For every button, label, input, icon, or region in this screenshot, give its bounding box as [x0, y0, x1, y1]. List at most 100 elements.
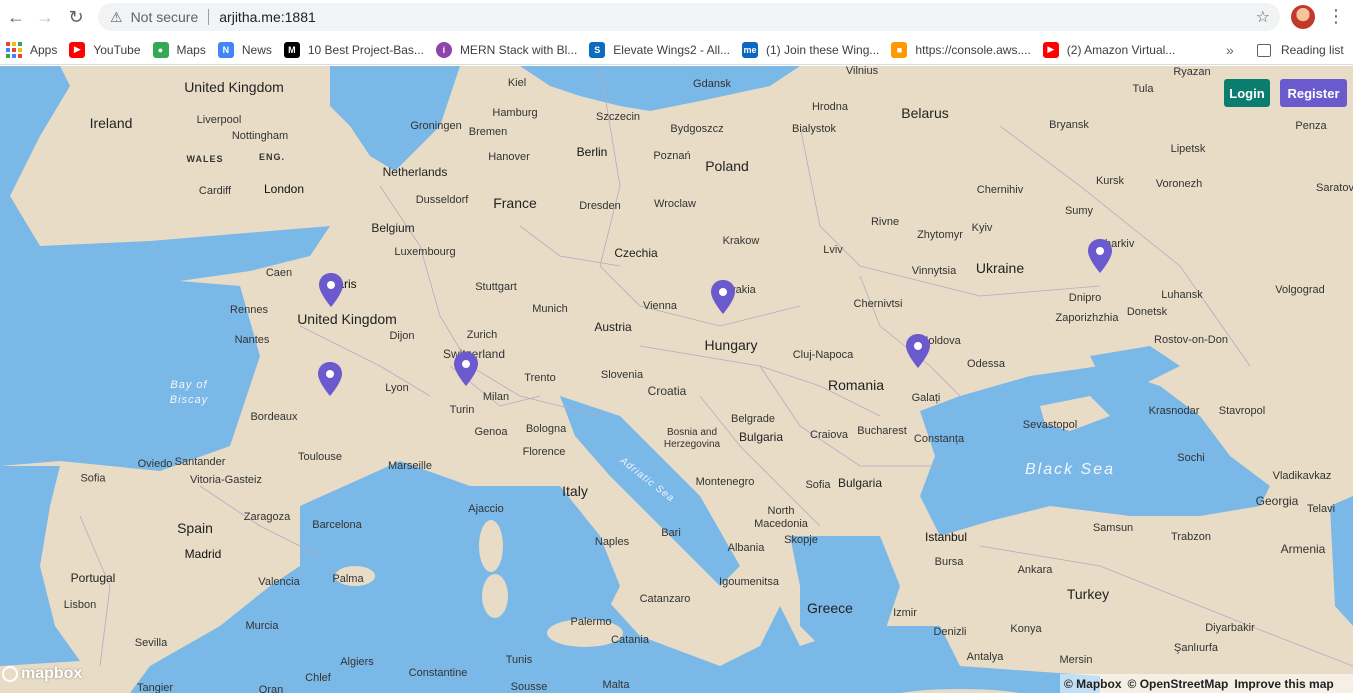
maps-icon: ●: [152, 41, 169, 58]
map-label-bay-of-biscay: Bay of Biscay: [169, 379, 209, 406]
youtube-icon: ▶: [69, 41, 86, 58]
map-label-bari: Bari: [661, 527, 681, 539]
menu-kebab-icon[interactable]: ⋮: [1327, 6, 1345, 26]
map-marker-pin[interactable]: [1088, 239, 1112, 273]
map-label-genoa: Genoa: [474, 426, 508, 438]
bookmark-aws[interactable]: ■ https://console.aws....: [885, 38, 1036, 62]
forward-arrow-icon[interactable]: →: [29, 1, 61, 33]
attribution-mapbox-link[interactable]: © Mapbox: [1064, 677, 1122, 691]
divider: [208, 9, 210, 25]
map-label-belgium: Belgium: [371, 221, 415, 235]
map-label-luxembourg: Luxembourg: [394, 246, 456, 258]
map-label-voronezh: Voronezh: [1155, 178, 1203, 190]
map-label-rivne: Rivne: [870, 216, 900, 228]
bookmark-label: Apps: [30, 42, 58, 57]
map-label-naples: Naples: [594, 536, 630, 548]
map-label-madrid: Madrid: [184, 547, 222, 561]
map-label-kursk: Kursk: [1095, 175, 1125, 187]
map-label-konya: Konya: [1010, 623, 1042, 635]
bookmark-medium[interactable]: M 10 Best Project-Bas...: [278, 38, 430, 62]
bookmark-mern[interactable]: i MERN Stack with Bl...: [430, 38, 583, 62]
bookmark-sharepoint[interactable]: S Elevate Wings2 - All...: [583, 38, 736, 62]
map-label-chernihiv: Chernihiv: [976, 184, 1024, 196]
bookmark-youtube[interactable]: ▶ YouTube: [63, 38, 146, 62]
map-label-valencia: Valencia: [258, 576, 300, 588]
bookmark-linkedin[interactable]: me (1) Join these Wing...: [736, 38, 885, 62]
back-arrow-icon[interactable]: ←: [0, 1, 32, 33]
map-label-caen: Caen: [265, 267, 293, 279]
bookmark-maps[interactable]: ● Maps: [147, 38, 212, 62]
mapbox-logo-text: mapbox: [21, 665, 83, 682]
map-label-craiova: Craiova: [810, 429, 848, 441]
reload-icon[interactable]: ↻: [60, 1, 92, 33]
map-label-dusseldorf: Dusseldorf: [415, 194, 469, 206]
map-label-lviv: Lviv: [823, 244, 843, 256]
map-marker-pin[interactable]: [318, 362, 342, 396]
more-bookmarks-icon[interactable]: »: [1226, 42, 1234, 58]
map-label-montenegro: Montenegro: [695, 476, 755, 488]
map-label-sevastopol: Sevastopol: [1022, 419, 1078, 431]
map-label-italy: Italy: [562, 483, 588, 499]
bookmark-label: YouTube: [93, 42, 141, 57]
map-label-zaragoza: Zaragoza: [243, 511, 291, 523]
map-label-constanta: Constanța: [913, 433, 965, 445]
register-button[interactable]: Register: [1280, 79, 1347, 107]
bookmark-apps[interactable]: Apps: [0, 38, 63, 62]
map-label-albania: Albania: [727, 542, 765, 554]
security-status: Not secure: [130, 9, 199, 25]
map-label-ireland: Ireland: [89, 115, 133, 131]
map-label-nantes: Nantes: [234, 334, 270, 346]
map-marker-pin[interactable]: [454, 352, 478, 386]
map-label-ankara: Ankara: [1017, 564, 1053, 576]
bookmark-star-icon[interactable]: ☆: [1256, 7, 1270, 27]
browser-toolbar: ← → ↻ ⚠ Not secure arjitha.me:1881 ☆ ⋮: [0, 0, 1353, 35]
map-label-romania: Romania: [827, 377, 885, 393]
map-label-igoumenitsa: Igoumenitsa: [719, 576, 779, 588]
map-label-santiago: Sofia: [80, 472, 106, 485]
map-marker-pin[interactable]: [906, 334, 930, 368]
map-label-hungary: Hungary: [704, 337, 758, 353]
bookmark-label: (1) Join these Wing...: [766, 42, 880, 57]
map-label-bursa: Bursa: [934, 556, 964, 568]
profile-avatar[interactable]: [1291, 5, 1315, 29]
map-label-barcelona: Barcelona: [312, 519, 362, 531]
login-button[interactable]: Login: [1224, 79, 1270, 107]
mern-icon: i: [435, 41, 452, 58]
map-label-ukraine: Ukraine: [975, 260, 1025, 276]
map-label-istanbul: Istanbul: [924, 530, 968, 544]
address-bar[interactable]: ⚠ Not secure arjitha.me:1881 ☆: [98, 3, 1280, 31]
map-label-chlef: Chlef: [305, 672, 331, 684]
map-marker-pin[interactable]: [319, 273, 343, 307]
map-label-zurich: Zurich: [466, 329, 498, 341]
attribution-osm-link[interactable]: © OpenStreetMap: [1128, 677, 1229, 691]
map-label-saratov: Saratov: [1316, 182, 1353, 194]
map-label-volgograd: Volgograd: [1275, 284, 1325, 296]
improve-map-link[interactable]: Improve this map: [1234, 677, 1333, 691]
map-label-milan: Milan: [482, 391, 510, 403]
map-label-netherlands: Netherlands: [382, 165, 448, 179]
bookmark-youtube-2[interactable]: ▶ (2) Amazon Virtual...: [1037, 38, 1182, 62]
map-label-chernivtsi: Chernivtsi: [853, 298, 903, 310]
map-label-nottingham: Nottingham: [231, 130, 289, 142]
map-label-malta: Malta: [602, 679, 630, 691]
map-marker-pin[interactable]: [711, 280, 735, 314]
map-label-black-sea: Black Sea: [1024, 461, 1116, 478]
youtube-icon: ▶: [1042, 41, 1059, 58]
map-label-sevilla: Sevilla: [134, 637, 168, 649]
map-label-szczecin: Szczecin: [595, 111, 641, 123]
map-label-groningen: Groningen: [410, 120, 462, 132]
map-label-tunis: Tunis: [505, 654, 533, 666]
map-label-vitoria: Vitoria-Gasteiz: [190, 474, 262, 486]
bookmark-label: 10 Best Project-Bas...: [307, 42, 424, 57]
map-label-constantine: Constantine: [408, 667, 468, 679]
reading-list-button[interactable]: Reading list: [1257, 38, 1344, 62]
map-label-austria: Austria: [594, 320, 632, 334]
bookmark-news[interactable]: N News: [212, 38, 278, 62]
map-label-sochi: Sochi: [1177, 452, 1205, 464]
map-label-turkey: Turkey: [1066, 586, 1110, 602]
map-label-kiel: Kiel: [507, 77, 527, 89]
mapbox-logo[interactable]: mapbox: [2, 665, 82, 683]
bookmark-label: Elevate Wings2 - All...: [613, 42, 731, 57]
map-canvas[interactable]: Vilnius Ryazan Tula United Kingdom Irela…: [0, 66, 1353, 693]
map-label-antalya: Antalya: [966, 651, 1004, 663]
